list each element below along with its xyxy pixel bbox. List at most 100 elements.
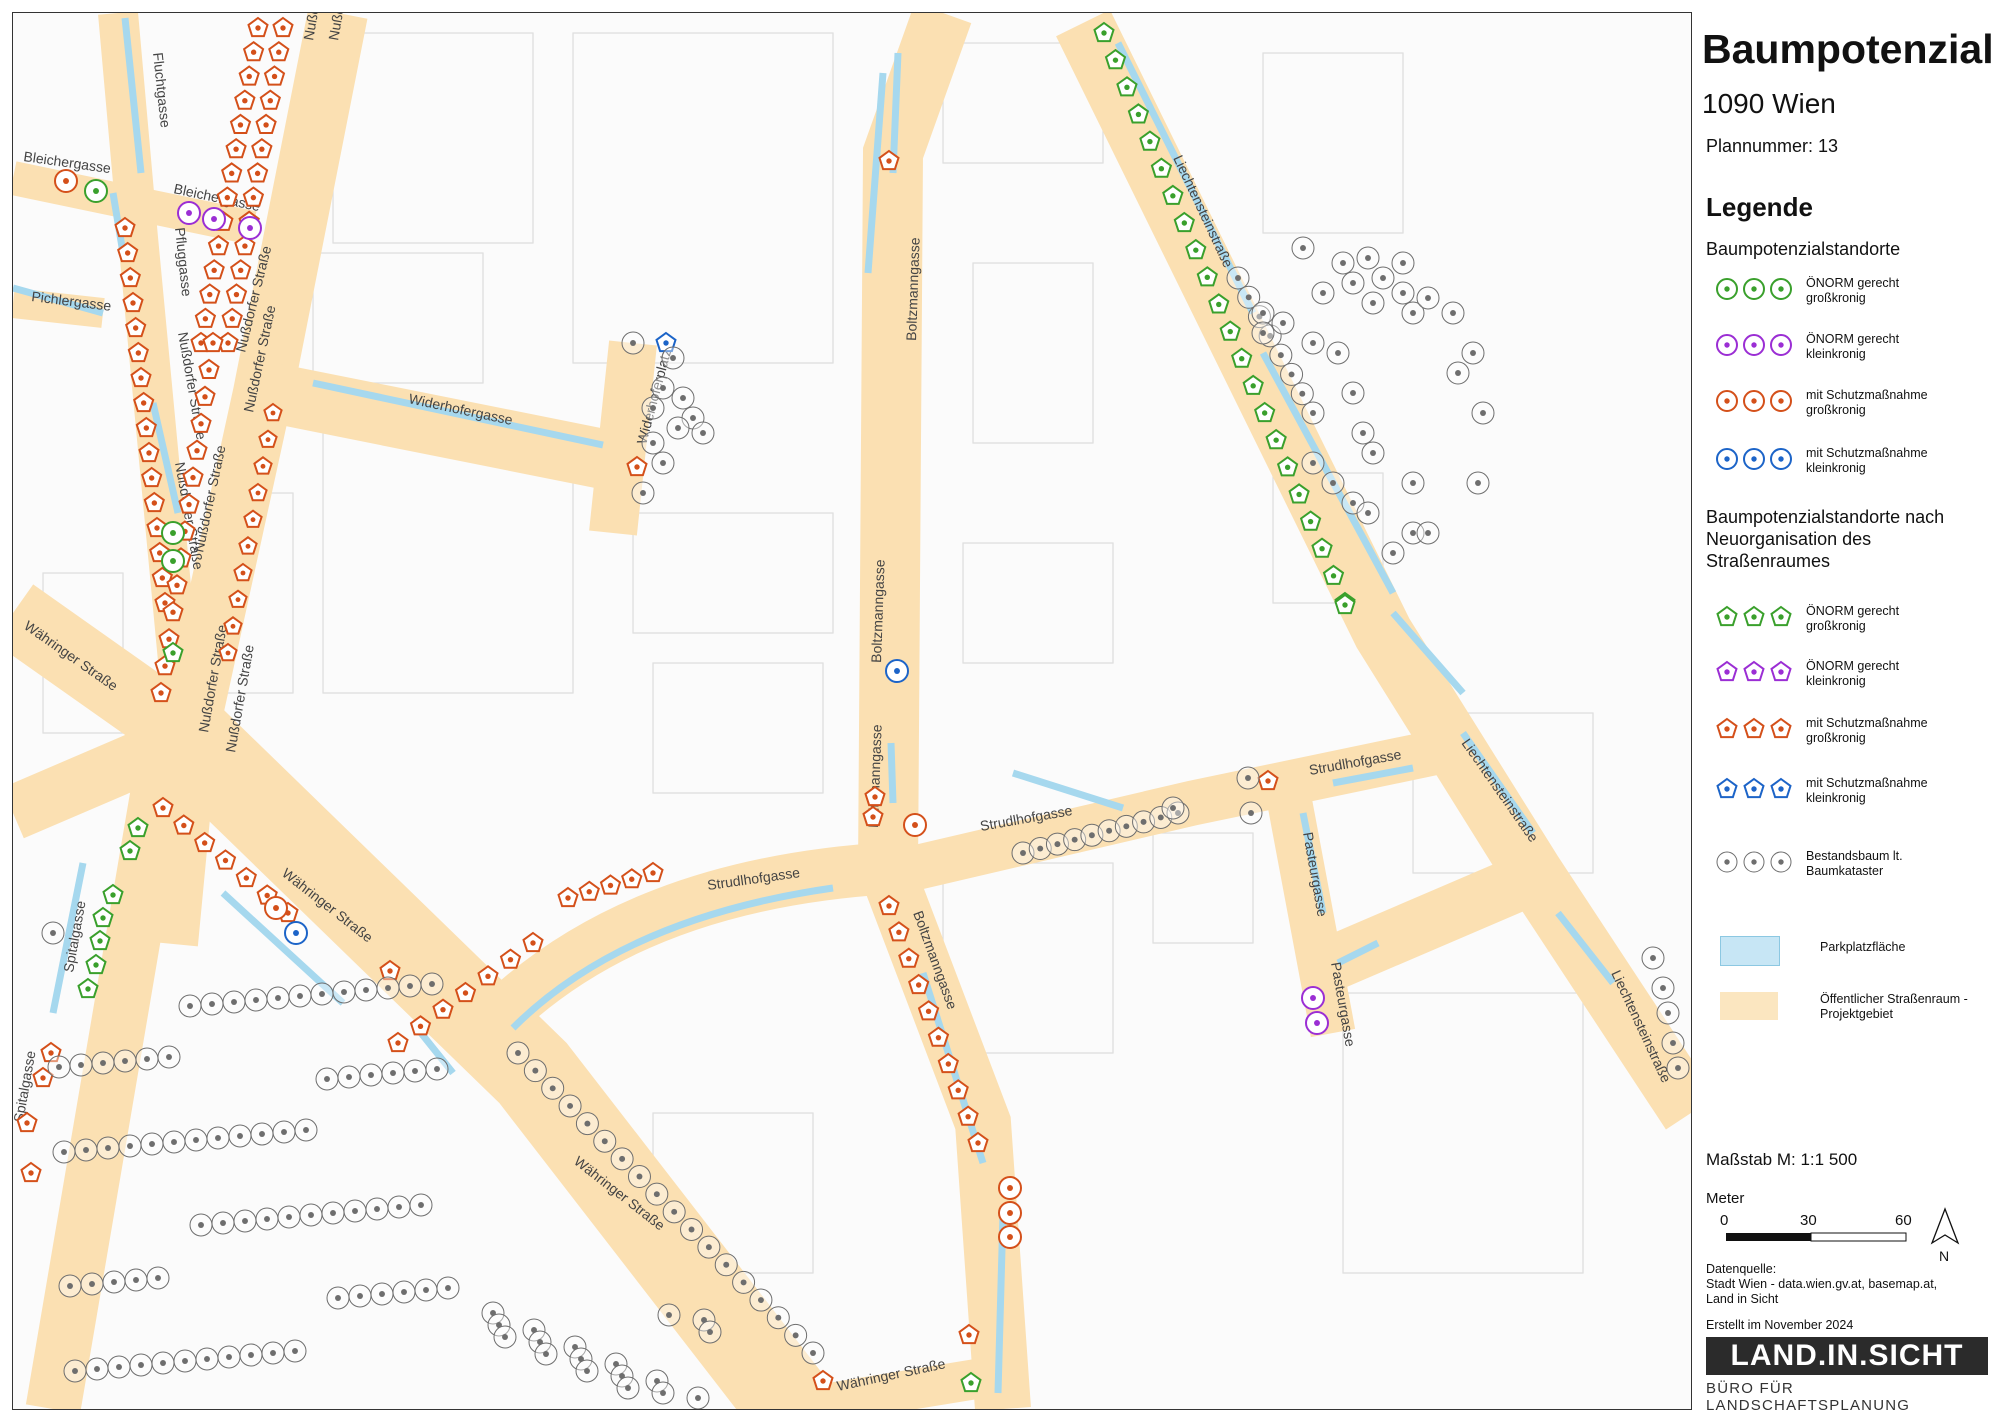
tree-symbol-dot [230, 623, 236, 629]
tree-symbol-dot [634, 464, 640, 470]
legend-circle-icon [1716, 448, 1792, 470]
tree-circle-marker [146, 1266, 170, 1290]
tree-symbol-dot [1261, 410, 1268, 416]
legend-label: großkronig [1806, 403, 1866, 417]
tree-circle-marker [129, 1353, 153, 1377]
tree-symbol-dot [507, 956, 514, 963]
map-drawing: Fluchtgasse Nußdorfer Straße Nußdorfer S… [13, 13, 1691, 1409]
tree-symbol-dot [630, 340, 636, 346]
tree-circle-marker [766, 1306, 790, 1330]
tree-symbol-dot [1350, 390, 1356, 396]
tree-symbol-dot [111, 1279, 117, 1285]
legend-circle-icon [1716, 334, 1792, 356]
tree-circle-marker [177, 201, 201, 225]
tree-circle-marker [102, 1270, 126, 1294]
tree-symbol-dot [140, 400, 147, 406]
tree-symbol-dot [233, 291, 240, 298]
tree-pentagon-marker [642, 861, 664, 883]
legend-section-reorganised: Baumpotenzialstandorte nach Neuorganisat… [1706, 507, 1945, 571]
tree-circle-marker [558, 1094, 582, 1118]
tree-symbol-dot [1307, 518, 1314, 525]
tree-circle-marker [233, 1209, 257, 1233]
tree-pentagon-marker [234, 89, 256, 110]
tree-pentagon-marker [263, 65, 286, 86]
tree-symbol-dot [190, 474, 196, 481]
tree-symbol-dot [186, 210, 192, 216]
tree-symbol-dot [379, 1291, 385, 1297]
scale-label: Maßstab M: 1:1 500 [1706, 1150, 1858, 1169]
tree-symbol-dot [250, 517, 256, 523]
tree-symbol-dot [148, 475, 155, 481]
tree-symbol-dot [666, 1312, 672, 1318]
tree-circle-marker [1416, 521, 1440, 545]
tree-symbol-dot [1475, 480, 1481, 486]
tree-symbol-dot [1724, 614, 1730, 620]
tree-symbol-dot [870, 814, 876, 820]
scale-bar-segment [1810, 1232, 1907, 1242]
tree-symbol-dot [94, 1366, 100, 1372]
legend-item-schutz-klein-circle: mit Schutzmaßnahme kleinkronig [1714, 444, 1994, 488]
tree-symbol-dot [1288, 371, 1295, 378]
tree-symbol-dot [151, 500, 158, 506]
tree-symbol-dot [670, 355, 676, 361]
tree-symbol-dot [1330, 480, 1336, 486]
tree-symbol-dot [231, 999, 237, 1005]
tree-symbol-dot [97, 938, 103, 944]
legend-item-oenorm-gross-pentagon: ÖNORM gerecht großkronig [1714, 602, 1994, 646]
tree-circle-marker [616, 1376, 640, 1400]
tree-symbol-dot [182, 1358, 188, 1364]
tree-symbol-dot [198, 1222, 204, 1228]
tree-symbol-dot [160, 1360, 166, 1366]
tree-symbol-dot [201, 840, 208, 846]
tree-symbol-dot [235, 597, 241, 603]
tree-circle-marker [264, 896, 288, 920]
tree-symbol-dot [1365, 510, 1371, 516]
tree-symbol-dot [1410, 310, 1416, 316]
tree-symbol-dot [440, 1006, 446, 1013]
tree-symbol-dot [237, 267, 244, 274]
tree-symbol-dot [259, 1131, 265, 1137]
tree-circle-marker [370, 1282, 394, 1306]
tree-symbol-dot [100, 915, 106, 921]
tree-circle-marker [284, 921, 308, 945]
tree-circle-marker [523, 1059, 547, 1083]
tree-symbol-dot [1273, 437, 1279, 443]
tree-circle-marker [651, 451, 675, 475]
tree-circle-marker [714, 1253, 738, 1277]
scale-tick: 60 [1895, 1212, 1912, 1229]
tree-circle-marker [732, 1270, 756, 1294]
map-canvas[interactable]: Fluchtgasse Nußdorfer Straße Nußdorfer S… [12, 12, 1692, 1410]
meter-label: Meter [1706, 1190, 1745, 1207]
tree-pentagon-marker [247, 16, 269, 38]
tree-symbol-dot [1239, 356, 1245, 362]
tree-symbol-dot [211, 267, 217, 274]
tree-pentagon-marker [268, 40, 290, 62]
tree-circle-marker [1381, 541, 1405, 565]
legend-item-bestandsbaum: Bestandsbaum lt. Baumkataster [1714, 847, 1994, 891]
tree-circle-marker [161, 549, 185, 573]
tree-symbol-dot [198, 421, 204, 427]
tree-symbol-dot [250, 194, 257, 201]
tree-symbol-dot [395, 1040, 401, 1046]
tree-symbol-dot [417, 1023, 424, 1030]
tree-symbol-dot [636, 1173, 643, 1180]
tree-circle-marker [801, 1341, 825, 1365]
tree-circle-marker [398, 974, 422, 998]
tree-symbol-dot [707, 1329, 713, 1335]
legend-panel: Baumpotenzial 1090 Wien Plannummer: 13 L… [1700, 12, 1995, 1414]
tree-symbol-dot [1310, 410, 1316, 416]
tree-symbol-dot [1140, 818, 1147, 825]
tree-symbol-dot [1724, 398, 1730, 404]
tree-symbol-dot [352, 1208, 358, 1214]
tree-circle-marker [272, 1120, 296, 1144]
tree-symbol-dot [122, 225, 128, 231]
tree-symbol-dot [680, 395, 686, 401]
tree-symbol-dot [1400, 290, 1406, 296]
tree-symbol-dot [50, 930, 56, 936]
tree-symbol-dot [187, 1003, 193, 1009]
tree-circle-marker [1326, 341, 1350, 365]
tree-symbol-dot [894, 668, 900, 674]
tree-circle-marker [1269, 343, 1293, 367]
legend-label: mit Schutzmaßnahme [1806, 446, 1928, 460]
plan-number: Plannummer: 13 [1706, 136, 1839, 156]
